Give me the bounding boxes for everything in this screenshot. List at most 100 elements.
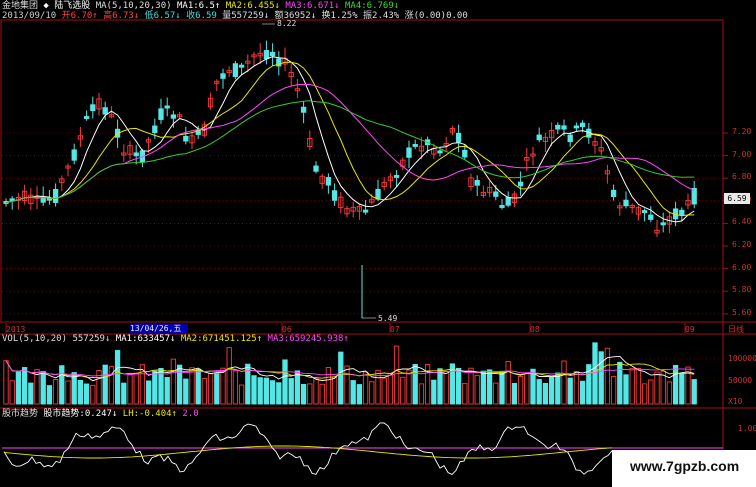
trend-line <box>3 422 613 475</box>
time-tick-label: 07 <box>390 325 400 334</box>
volume-bar <box>183 378 189 405</box>
volume-bar <box>83 383 90 405</box>
price-tick-label: 5.60 <box>732 307 752 317</box>
header-field: MA3:6.671↓ <box>279 1 340 11</box>
volume-bar <box>319 383 325 405</box>
volume-bar <box>28 382 34 405</box>
quote-field: 涨(0.00)0.00 <box>399 11 468 21</box>
candle-body <box>623 199 629 207</box>
volume-bar <box>623 374 629 405</box>
price-tick-label: 6.80 <box>732 172 752 182</box>
candle-body <box>412 143 418 147</box>
volume-bar <box>344 365 350 405</box>
volume-bar <box>511 382 518 405</box>
price-tick-label: 7.20 <box>732 127 752 136</box>
volume-bar <box>288 378 294 405</box>
current-price-tag: 6.59 <box>724 193 750 204</box>
price-tick-label: 5.80 <box>732 285 752 295</box>
volume-bar <box>232 370 239 405</box>
candle-body <box>455 132 462 143</box>
candle-body <box>648 214 654 220</box>
volume-bar <box>251 375 257 405</box>
volume-bar <box>201 377 208 405</box>
indicator-axis-label: 1.00 <box>738 424 756 433</box>
candle-body <box>555 124 561 130</box>
volume-bar <box>666 381 673 405</box>
candle-body <box>71 149 77 161</box>
header-field: ◆ 陆飞选股 <box>38 1 91 11</box>
candle-body <box>164 105 170 109</box>
candle-body <box>462 149 468 158</box>
candle-body <box>170 114 177 119</box>
quote-field: 2013/09/10 <box>2 11 57 21</box>
volume-bar <box>207 373 214 405</box>
candle-body <box>183 135 189 142</box>
candle-body <box>499 205 505 208</box>
volume-bar <box>437 368 443 405</box>
candle-body <box>331 190 338 201</box>
volume-bar <box>561 360 567 405</box>
candle-body <box>325 177 332 186</box>
candle-body <box>269 51 276 57</box>
volume-bar <box>592 342 598 405</box>
volume-bars <box>3 342 697 405</box>
volume-bar <box>635 368 642 405</box>
volume-bar <box>189 367 195 405</box>
volume-bar <box>387 372 394 405</box>
price-header: 金地集团 ◆ 陆飞选股 MA(5,10,20,30) MA1:6.5↑ MA2:… <box>2 1 399 11</box>
volume-bar <box>573 371 580 405</box>
volume-bar <box>555 372 561 405</box>
volume-bar <box>412 364 418 405</box>
volume-bar <box>691 379 697 405</box>
candle-body <box>567 134 573 143</box>
volume-bar <box>152 370 158 405</box>
candle-body <box>579 122 586 127</box>
volume-bar <box>579 380 586 405</box>
candle-body <box>90 104 96 112</box>
volume-bar <box>164 377 170 405</box>
candle-body <box>83 116 90 119</box>
volume-bar <box>598 351 604 405</box>
volume-axis-label: 100000 <box>728 354 756 363</box>
candle-body <box>406 147 412 158</box>
volume-bar <box>145 380 152 405</box>
candle-body <box>263 50 270 60</box>
header-field: MA(5,10,20,30) <box>90 1 172 11</box>
volume-bar <box>90 384 96 405</box>
volume-bar <box>517 376 524 405</box>
candle-body <box>362 209 369 213</box>
volume-bar <box>530 368 536 405</box>
price-tick-label: 6.40 <box>732 217 752 227</box>
volume-bar <box>393 345 400 405</box>
volume-bar <box>121 382 127 405</box>
volume-bar <box>542 382 549 405</box>
volume-bar <box>52 379 59 405</box>
volume-bar <box>294 370 301 405</box>
volume-bar <box>276 382 282 405</box>
volume-bar <box>424 364 431 405</box>
candle-body <box>536 134 542 141</box>
volume-field: MA1:633457↓ <box>110 334 176 344</box>
candle-body <box>238 64 245 68</box>
candle-body <box>158 108 164 120</box>
quote-header: 2013/09/10 开6.70↑ 高6.73↓ 低6.57↓ 收6.59 量5… <box>2 11 468 21</box>
moving-average-lines <box>5 56 695 223</box>
volume-bar <box>536 379 542 405</box>
time-tick-label: 08 <box>530 325 540 334</box>
candle-body <box>393 174 400 178</box>
volume-bar <box>610 376 617 405</box>
price-tick-label: 6.00 <box>732 262 752 272</box>
time-tick-label: 09 <box>685 325 695 334</box>
volume-bar <box>468 367 474 405</box>
period-label[interactable]: 日线 <box>728 324 744 335</box>
quote-field: 开6.70↑ <box>56 11 98 21</box>
volume-bar <box>493 382 499 405</box>
header-field: MA2:6.455↓ <box>220 1 280 11</box>
candle-body <box>505 196 511 206</box>
volume-bar <box>133 372 139 405</box>
candle-body <box>52 189 59 203</box>
volume-bar <box>455 367 462 405</box>
candlestick-series <box>3 23 697 319</box>
volume-bar <box>629 367 635 405</box>
volume-bar <box>617 361 623 405</box>
